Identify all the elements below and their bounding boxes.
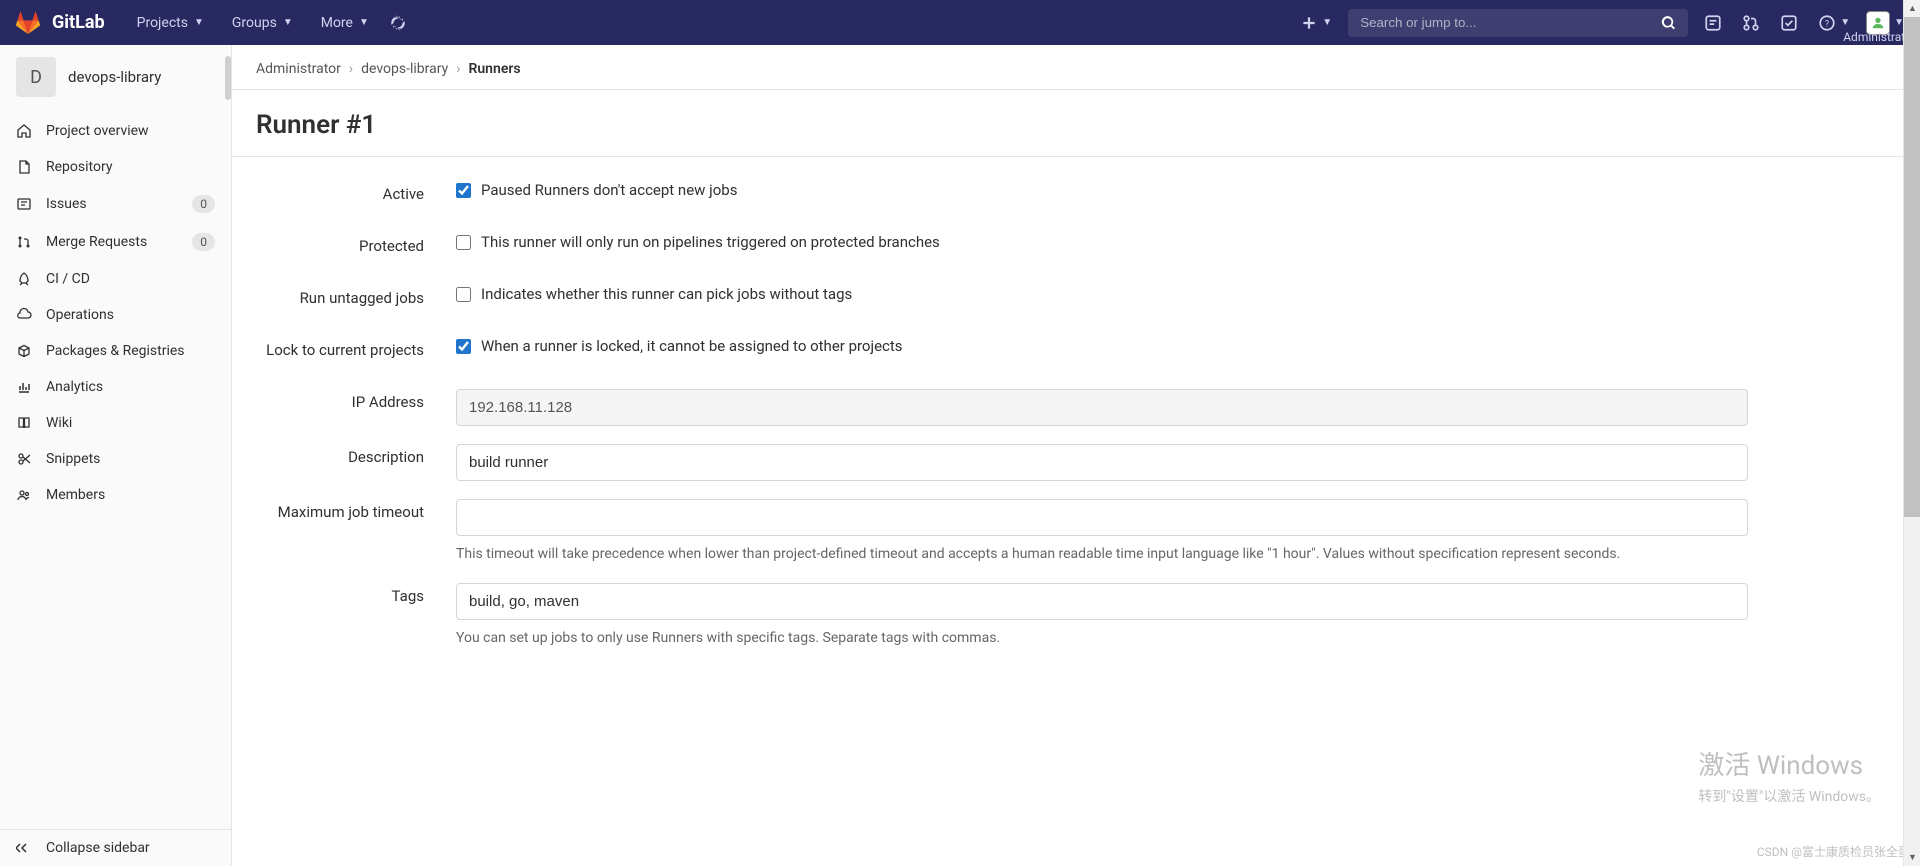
sidebar-item-label: Packages & Registries xyxy=(46,343,215,359)
checkbox-active[interactable] xyxy=(456,183,471,198)
main-content: Administrator › devops-library › Runners… xyxy=(232,45,1920,866)
merge-icon xyxy=(16,234,32,250)
collapse-icon xyxy=(16,840,32,856)
sidebar-item-project-overview[interactable]: Project overview xyxy=(0,113,231,149)
label-ip: IP Address xyxy=(256,389,456,411)
count-badge: 0 xyxy=(192,195,215,213)
top-navbar: GitLab Projects ▼ Groups ▼ More ▼ ▼ ? ▼ ▼… xyxy=(0,0,1920,45)
sidebar-item-members[interactable]: Members xyxy=(0,477,231,513)
count-badge: 0 xyxy=(192,233,215,251)
merge-request-icon[interactable] xyxy=(1738,10,1764,36)
chevron-down-icon: ▼ xyxy=(194,17,204,28)
desc-untagged: Indicates whether this runner can pick j… xyxy=(481,285,852,303)
sidebar-item-label: Issues xyxy=(46,196,178,212)
help-timeout: This timeout will take precedence when l… xyxy=(456,544,1748,565)
checkbox-lock[interactable] xyxy=(456,339,471,354)
checkbox-untagged[interactable] xyxy=(456,287,471,302)
brand-name[interactable]: GitLab xyxy=(52,12,105,33)
rocket-icon xyxy=(16,271,32,287)
vertical-scrollbar[interactable]: ▲ ▼ xyxy=(1903,0,1920,866)
scissors-icon xyxy=(16,451,32,467)
todos-icon[interactable] xyxy=(1776,10,1802,36)
desc-lock: When a runner is locked, it cannot be as… xyxy=(481,337,903,355)
sidebar-item-merge-requests[interactable]: Merge Requests 0 xyxy=(0,223,231,261)
chevron-right-icon: › xyxy=(456,61,460,77)
page-title: Runner #1 xyxy=(232,90,1920,157)
breadcrumb-project[interactable]: devops-library xyxy=(361,61,448,77)
sidebar-item-label: Members xyxy=(46,487,215,503)
plus-icon[interactable]: ▼ xyxy=(1296,10,1336,36)
sidebar: D devops-library Project overview Reposit… xyxy=(0,45,232,866)
home-icon xyxy=(16,123,32,139)
checkbox-protected[interactable] xyxy=(456,235,471,250)
sidebar-item-repository[interactable]: Repository xyxy=(0,149,231,185)
sidebar-item-label: Operations xyxy=(46,307,215,323)
wrench-icon[interactable] xyxy=(385,10,411,36)
breadcrumb-admin[interactable]: Administrator xyxy=(256,61,341,77)
input-description[interactable] xyxy=(456,444,1748,481)
search-icon xyxy=(1661,15,1676,31)
search-input[interactable] xyxy=(1360,15,1661,30)
chart-icon xyxy=(16,379,32,395)
desc-protected: This runner will only run on pipelines t… xyxy=(481,233,940,251)
project-avatar: D xyxy=(16,57,56,97)
scroll-down-arrow[interactable]: ▼ xyxy=(1904,849,1920,866)
cloud-icon xyxy=(16,307,32,323)
sidebar-item-label: Wiki xyxy=(46,415,215,431)
book-icon xyxy=(16,415,32,431)
project-name: devops-library xyxy=(68,68,161,86)
sidebar-item-label: CI / CD xyxy=(46,271,215,287)
gitlab-logo-icon[interactable] xyxy=(16,11,40,35)
breadcrumb: Administrator › devops-library › Runners xyxy=(232,45,1920,90)
input-tags[interactable] xyxy=(456,583,1748,620)
project-header[interactable]: D devops-library xyxy=(0,45,231,109)
label-lock: Lock to current projects xyxy=(256,337,456,359)
sidebar-item-label: Merge Requests xyxy=(46,234,178,250)
package-icon xyxy=(16,343,32,359)
label-timeout: Maximum job timeout xyxy=(256,499,456,521)
sidebar-scroll-indicator xyxy=(225,56,231,100)
sidebar-item-issues[interactable]: Issues 0 xyxy=(0,185,231,223)
sidebar-item-wiki[interactable]: Wiki xyxy=(0,405,231,441)
nav-projects[interactable]: Projects ▼ xyxy=(125,7,216,39)
chevron-down-icon: ▼ xyxy=(1840,17,1850,28)
chevron-down-icon: ▼ xyxy=(359,17,369,28)
label-active: Active xyxy=(256,181,456,203)
scroll-thumb[interactable] xyxy=(1904,17,1920,517)
collapse-sidebar[interactable]: Collapse sidebar xyxy=(0,830,231,866)
nav-more[interactable]: More ▼ xyxy=(309,7,381,39)
sidebar-item-operations[interactable]: Operations xyxy=(0,297,231,333)
scroll-up-arrow[interactable]: ▲ xyxy=(1904,0,1920,17)
search-box[interactable] xyxy=(1348,9,1688,37)
issues-icon[interactable] xyxy=(1700,10,1726,36)
sidebar-item-ci-cd[interactable]: CI / CD xyxy=(0,261,231,297)
sidebar-item-label: Analytics xyxy=(46,379,215,395)
label-tags: Tags xyxy=(256,583,456,605)
sidebar-item-packages-registries[interactable]: Packages & Registries xyxy=(0,333,231,369)
input-ip xyxy=(456,389,1748,426)
file-icon xyxy=(16,159,32,175)
breadcrumb-runners[interactable]: Runners xyxy=(468,61,520,77)
runner-form: Active Paused Runners don't accept new j… xyxy=(232,157,1772,707)
label-protected: Protected xyxy=(256,233,456,255)
sidebar-item-label: Project overview xyxy=(46,123,215,139)
help-tags: You can set up jobs to only use Runners … xyxy=(456,628,1748,649)
svg-text:?: ? xyxy=(1825,19,1829,29)
issues-icon xyxy=(16,196,32,212)
chevron-down-icon: ▼ xyxy=(1322,17,1332,28)
sidebar-item-snippets[interactable]: Snippets xyxy=(0,441,231,477)
desc-active: Paused Runners don't accept new jobs xyxy=(481,181,737,199)
sidebar-item-analytics[interactable]: Analytics xyxy=(0,369,231,405)
members-icon xyxy=(16,487,32,503)
label-description: Description xyxy=(256,444,456,466)
chevron-down-icon: ▼ xyxy=(283,17,293,28)
label-untagged: Run untagged jobs xyxy=(256,285,456,307)
sidebar-item-label: Repository xyxy=(46,159,215,175)
sidebar-item-label: Snippets xyxy=(46,451,215,467)
chevron-right-icon: › xyxy=(349,61,353,77)
input-timeout[interactable] xyxy=(456,499,1748,536)
nav-groups[interactable]: Groups ▼ xyxy=(220,7,305,39)
